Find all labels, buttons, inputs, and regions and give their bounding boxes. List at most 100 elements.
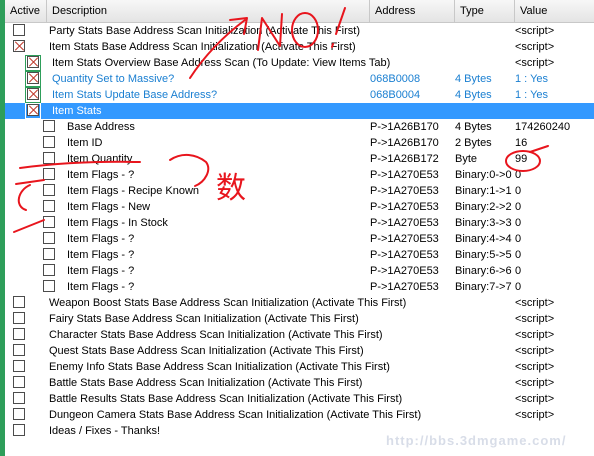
row-value[interactable]: 0 [515, 247, 521, 263]
row-value[interactable]: 1 : Yes [515, 71, 548, 87]
active-checkbox[interactable] [13, 328, 25, 340]
row-value[interactable]: <script> [515, 343, 554, 359]
row-description: Item Flags - ? [67, 281, 135, 293]
row-value[interactable]: 174260240 [515, 119, 570, 135]
active-checkbox[interactable] [13, 376, 25, 388]
row-value[interactable]: 0 [515, 215, 521, 231]
table-row[interactable]: Battle Results Stats Base Address Scan I… [5, 391, 594, 407]
active-checkbox[interactable] [13, 296, 25, 308]
row-address: P->1A270E53 [370, 201, 439, 213]
row-value[interactable]: <script> [515, 407, 554, 423]
row-value[interactable]: 0 [515, 279, 521, 295]
active-checkbox[interactable] [13, 360, 25, 372]
row-address: P->1A26B170 [370, 137, 439, 149]
table-row[interactable]: Item Stats Update Base Address? 068B0004… [5, 87, 594, 103]
row-type: Byte [455, 153, 478, 165]
active-checkbox[interactable] [43, 200, 55, 212]
table-row[interactable]: Dungeon Camera Stats Base Address Scan I… [5, 407, 594, 423]
active-checkbox[interactable] [43, 120, 55, 132]
row-description: Item Flags - In Stock [67, 217, 168, 229]
table-row[interactable]: Item Flags - In Stock P->1A270E53 Binary… [5, 215, 594, 231]
row-value[interactable]: <script> [515, 55, 554, 71]
row-type: Binary:5->5 [455, 249, 512, 261]
table-row[interactable]: Item Quantity P->1A26B172 Byte 99 [5, 151, 594, 167]
col-address[interactable]: Address [370, 0, 455, 22]
active-checkbox[interactable] [43, 280, 55, 292]
row-value[interactable]: <script> [515, 375, 554, 391]
row-value[interactable]: 0 [515, 167, 521, 183]
table-row[interactable]: Fairy Stats Base Address Scan Initializa… [5, 311, 594, 327]
table-row[interactable]: Item Flags - ? P->1A270E53 Binary:7->7 0 [5, 279, 594, 295]
row-address: P->1A270E53 [370, 281, 439, 293]
row-description: Item Flags - ? [67, 169, 135, 181]
active-checkbox[interactable] [43, 264, 55, 276]
active-checkbox[interactable] [13, 312, 25, 324]
table-row[interactable]: Character Stats Base Address Scan Initia… [5, 327, 594, 343]
row-address: P->1A270E53 [370, 185, 439, 197]
col-value[interactable]: Value [515, 0, 594, 22]
table-row[interactable]: Item Flags - ? P->1A270E53 Binary:4->4 0 [5, 231, 594, 247]
active-checkbox[interactable] [13, 392, 25, 404]
row-value[interactable]: 0 [515, 199, 521, 215]
active-checkbox[interactable] [27, 56, 39, 68]
active-checkbox[interactable] [43, 248, 55, 260]
active-checkbox[interactable] [13, 408, 25, 420]
row-value[interactable]: <script> [515, 359, 554, 375]
row-type: Binary:2->2 [455, 201, 512, 213]
table-row[interactable]: Weapon Boost Stats Base Address Scan Ini… [5, 295, 594, 311]
row-value[interactable]: <script> [515, 295, 554, 311]
active-checkbox[interactable] [43, 152, 55, 164]
row-value[interactable]: 16 [515, 135, 527, 151]
row-value[interactable]: <script> [515, 23, 554, 39]
active-checkbox[interactable] [43, 136, 55, 148]
active-checkbox[interactable] [27, 72, 39, 84]
table-row[interactable]: Quantity Set to Massive? 068B0008 4 Byte… [5, 71, 594, 87]
table-row[interactable]: Item Stats Overview Base Address Scan (T… [5, 55, 594, 71]
table-row[interactable]: Item Flags - ? P->1A270E53 Binary:0->0 0 [5, 167, 594, 183]
row-value[interactable]: <script> [515, 327, 554, 343]
active-checkbox[interactable] [43, 168, 55, 180]
row-type: Binary:1->1 [455, 185, 512, 197]
row-value[interactable]: 0 [515, 183, 521, 199]
table-row[interactable]: Item ID P->1A26B170 2 Bytes 16 [5, 135, 594, 151]
table-row[interactable]: Party Stats Base Address Scan Initializa… [5, 23, 594, 39]
table-row[interactable]: Enemy Info Stats Base Address Scan Initi… [5, 359, 594, 375]
row-value[interactable]: 0 [515, 231, 521, 247]
table-row[interactable]: Battle Stats Base Address Scan Initializ… [5, 375, 594, 391]
row-value[interactable]: 99 [515, 151, 527, 167]
table-row[interactable]: Item Flags - ? P->1A270E53 Binary:6->6 0 [5, 263, 594, 279]
table-row[interactable]: Item Flags - New P->1A270E53 Binary:2->2… [5, 199, 594, 215]
row-value[interactable]: 0 [515, 263, 521, 279]
active-checkbox[interactable] [43, 184, 55, 196]
row-type: Binary:7->7 [455, 281, 512, 293]
active-checkbox[interactable] [13, 24, 25, 36]
active-checkbox[interactable] [27, 88, 39, 100]
table-row[interactable]: Quest Stats Base Address Scan Initializa… [5, 343, 594, 359]
col-description[interactable]: Description [47, 0, 370, 22]
col-type[interactable]: Type [455, 0, 515, 22]
row-value[interactable]: 1 : Yes [515, 87, 548, 103]
table-row[interactable]: Item Flags - ? P->1A270E53 Binary:5->5 0 [5, 247, 594, 263]
row-description: Battle Results Stats Base Address Scan I… [49, 393, 403, 405]
row-value[interactable]: <script> [515, 39, 554, 55]
active-checkbox[interactable] [13, 40, 25, 52]
active-checkbox[interactable] [43, 232, 55, 244]
row-description: Fairy Stats Base Address Scan Initializa… [49, 313, 359, 325]
row-description: Item Flags - ? [67, 233, 135, 245]
row-type: Binary:6->6 [455, 265, 512, 277]
row-value[interactable]: <script> [515, 311, 554, 327]
active-checkbox[interactable] [13, 344, 25, 356]
table-row[interactable]: Item Stats Base Address Scan Initializat… [5, 39, 594, 55]
table-row-selected[interactable]: Item Stats [5, 103, 594, 119]
row-address: P->1A26B170 [370, 121, 439, 133]
col-active[interactable]: Active [5, 0, 47, 22]
active-checkbox[interactable] [27, 104, 39, 116]
table-row[interactable]: Base Address P->1A26B170 4 Bytes 1742602… [5, 119, 594, 135]
row-value[interactable]: <script> [515, 391, 554, 407]
active-checkbox[interactable] [13, 424, 25, 436]
active-checkbox[interactable] [43, 216, 55, 228]
row-description: Item Flags - ? [67, 265, 135, 277]
table-row[interactable]: Item Flags - Recipe Known P->1A270E53 Bi… [5, 183, 594, 199]
row-description: Weapon Boost Stats Base Address Scan Ini… [49, 297, 407, 309]
row-address: P->1A270E53 [370, 169, 439, 181]
